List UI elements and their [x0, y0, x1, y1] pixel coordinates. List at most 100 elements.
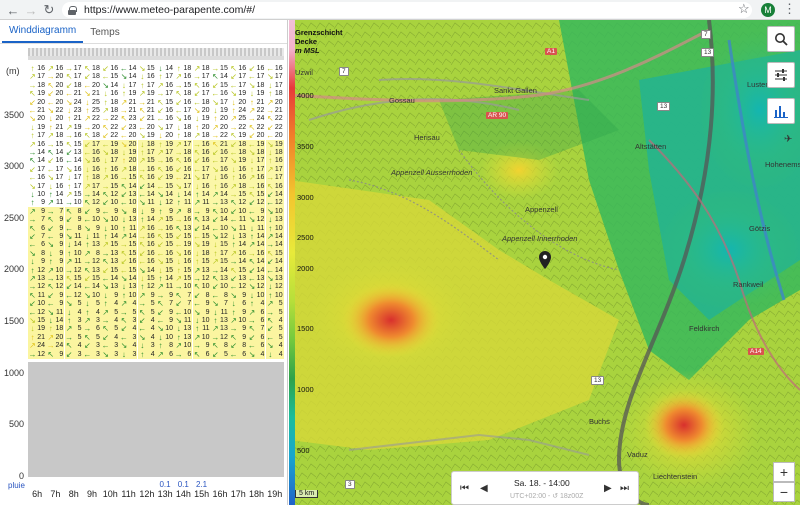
wind-cell: ↓ 4 — [265, 349, 284, 359]
rain-value: 0.1 — [159, 480, 171, 489]
bookmark-star-icon[interactable]: ☆ — [738, 1, 750, 17]
skip-forward-icon[interactable]: ⏭ — [620, 483, 629, 494]
hour-label[interactable]: 17h — [229, 489, 247, 503]
timezone-info: UTC+02:00 - ↺ 18z00Z — [510, 493, 584, 500]
hour-label[interactable]: 6h — [28, 489, 46, 503]
wind-cell: ↖ 9 — [46, 349, 65, 359]
y-tick: 2500 — [3, 213, 24, 223]
hour-label[interactable]: 10h — [101, 489, 119, 503]
wind-speed: 3 — [114, 350, 119, 358]
legend-title-line: m MSL — [295, 46, 320, 55]
address-bar[interactable]: https://www.meteo-parapente.com/#/ — [62, 2, 752, 18]
place-label: Appenzell Innerrhoden — [502, 234, 578, 243]
lock-icon — [68, 5, 77, 15]
hour-label[interactable]: 13h — [156, 489, 174, 503]
y-tick: 0 — [18, 471, 24, 481]
wind-cell: ↗ 6 — [156, 349, 174, 359]
hour-label[interactable]: 11h — [119, 489, 137, 503]
search-button[interactable] — [767, 26, 795, 52]
road-label: 13 — [591, 376, 605, 385]
wind-speed: 12 — [37, 350, 45, 358]
cloud-cover-bar — [28, 48, 284, 56]
legend-alt: 1000 — [297, 385, 314, 394]
wind-speed: 5 — [223, 350, 228, 358]
wind-cell: ↖ 6 — [192, 349, 211, 359]
y-tick: 3000 — [3, 161, 24, 171]
zoom-in-button[interactable]: + — [773, 462, 795, 482]
road-label: 13 — [701, 48, 715, 57]
rain-value: 2.1 — [196, 480, 208, 489]
legend-title-line: Decke — [295, 37, 318, 46]
chart-button[interactable] — [767, 98, 795, 124]
place-label: Herisau — [414, 133, 440, 142]
avatar[interactable]: M — [761, 3, 775, 17]
menu-icon[interactable]: ⋮ — [783, 1, 796, 17]
bar-chart-icon — [774, 106, 788, 118]
place-label: Appenzell Ausserrhoden — [391, 168, 473, 177]
reload-icon[interactable]: ↻ — [40, 1, 58, 19]
legend-title-line: Grenzschicht — [295, 28, 343, 37]
sliders-icon — [775, 69, 787, 81]
wind-cell: → 6 — [174, 349, 193, 359]
wind-cell: → 12 — [28, 349, 46, 359]
y-tick: 1500 — [3, 316, 24, 326]
wind-cell: ← 6 — [229, 349, 248, 359]
wind-cell: ↑ 4 — [137, 349, 156, 359]
hour-label[interactable]: 12h — [138, 489, 156, 503]
place-label: Götzis — [749, 224, 771, 233]
place-label: Uzwil — [295, 68, 313, 77]
boundary-layer-legend — [289, 20, 295, 505]
place-label: Liechtenstein — [653, 472, 698, 481]
place-label: Vaduz — [627, 450, 648, 459]
hour-label[interactable]: 14h — [174, 489, 192, 503]
step-back-icon[interactable]: ◀ — [480, 483, 488, 494]
wind-cell: ↙ 5 — [210, 349, 229, 359]
wind-cell: ↘ 3 — [101, 349, 120, 359]
place-label: Altstätten — [635, 142, 667, 151]
road-label: 13 — [657, 102, 671, 111]
hour-label[interactable]: 15h — [193, 489, 211, 503]
wind-cell: ← 3 — [82, 349, 101, 359]
zoom-out-button[interactable]: − — [773, 482, 795, 502]
road-label: 3 — [345, 480, 355, 489]
wind-speed: 3 — [95, 350, 100, 358]
scale-bar: 5 km — [295, 490, 319, 498]
hour-label[interactable]: 9h — [83, 489, 101, 503]
hour-label[interactable]: 16h — [211, 489, 229, 503]
legend-alt: 4000 — [297, 91, 314, 100]
tab-bar: Winddiagramm Temps — [0, 20, 287, 44]
altitude-unit-label: (m) — [6, 66, 20, 76]
skip-back-icon[interactable]: ⏮ — [460, 483, 469, 494]
legend-alt: 500 — [297, 446, 310, 455]
forward-icon[interactable]: → — [22, 1, 40, 19]
wind-speed: 3 — [77, 350, 82, 358]
hour-label[interactable]: 18h — [247, 489, 265, 503]
road-label: A1 — [545, 48, 557, 55]
wind-speed: 6 — [169, 350, 173, 358]
hour-label[interactable]: 7h — [46, 489, 64, 503]
hour-axis: 6h 7h 8h 9h 10h 11h 12h 13h 14h 15h 16h 17h 18h 19h — [28, 489, 284, 503]
map-view[interactable]: Grenzschicht Decke m MSL 4000 3500 3000 … — [289, 20, 800, 505]
road-label: 7 — [339, 67, 349, 76]
step-forward-icon[interactable]: ▶ — [604, 483, 612, 494]
rain-value: 0.1 — [177, 480, 189, 489]
place-label: Rankweil — [733, 280, 764, 289]
legend-title: Grenzschicht Decke m MSL — [295, 28, 343, 55]
rain-label: pluie — [8, 481, 25, 490]
wind-speed: 9 — [59, 350, 64, 358]
legend-alt: 3500 — [297, 142, 314, 151]
hour-label[interactable]: 8h — [65, 489, 83, 503]
terrain-map — [289, 20, 800, 505]
wind-speed: 4 — [150, 350, 155, 358]
search-icon — [775, 33, 788, 46]
tab-winddiagramm[interactable]: Winddiagramm — [2, 25, 84, 43]
settings-button[interactable] — [767, 62, 795, 88]
airplane-icon[interactable]: ✈ — [784, 134, 792, 145]
time-controller: ⏮ ◀ Sa. 18. - 14:00 UTC+02:00 - ↺ 18z00Z… — [451, 471, 639, 505]
y-tick: 3500 — [3, 110, 24, 120]
hour-label[interactable]: 19h — [266, 489, 284, 503]
road-label: 7 — [701, 30, 711, 39]
tab-temps[interactable]: Temps — [83, 27, 126, 43]
back-icon[interactable]: ← — [4, 1, 22, 19]
wind-cell: ↙ 3 — [64, 349, 83, 359]
